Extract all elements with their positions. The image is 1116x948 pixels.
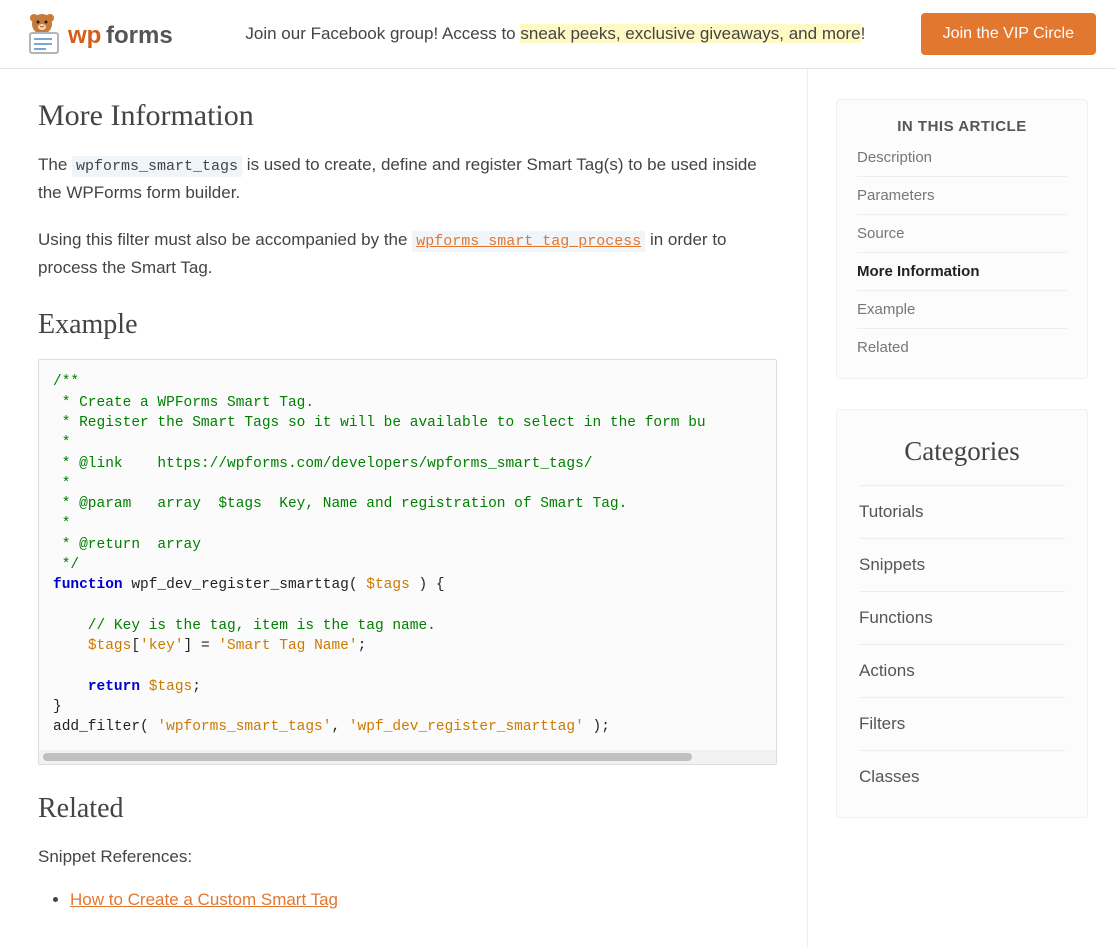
promo-banner: Join our Facebook group! Access to sneak…	[190, 24, 921, 44]
more-info-paragraph-2: Using this filter must also be accompani…	[38, 226, 777, 281]
toc-item-parameters[interactable]: Parameters	[857, 176, 1067, 214]
toc-item-example[interactable]: Example	[857, 290, 1067, 328]
heading-related: Related	[38, 793, 777, 825]
site-header: wpforms Join our Facebook group! Access …	[0, 0, 1116, 69]
link-create-custom-smart-tag[interactable]: How to Create a Custom Smart Tag	[70, 890, 338, 909]
svg-text:wp: wp	[67, 22, 101, 49]
scrollbar-thumb[interactable]	[43, 753, 692, 761]
category-item-actions[interactable]: Actions	[859, 644, 1065, 697]
page-container: More Information The wpforms_smart_tags …	[8, 69, 1108, 948]
logo[interactable]: wpforms	[20, 13, 190, 55]
categories-heading: Categories	[837, 410, 1087, 485]
category-item-filters[interactable]: Filters	[859, 697, 1065, 750]
heading-example: Example	[38, 309, 777, 341]
main-content: More Information The wpforms_smart_tags …	[28, 69, 808, 948]
toc-item-related[interactable]: Related	[857, 328, 1067, 366]
toc-item-description[interactable]: Description	[857, 149, 1067, 176]
categories-list: Tutorials Snippets Functions Actions Fil…	[837, 485, 1087, 817]
promo-text-suffix: !	[861, 24, 866, 43]
category-item-snippets[interactable]: Snippets	[859, 538, 1065, 591]
promo-text-highlight: sneak peeks, exclusive giveaways, and mo…	[520, 24, 860, 43]
list-item: How to Create a Custom Smart Tag	[70, 890, 777, 910]
toc-item-more-information[interactable]: More Information	[857, 252, 1067, 290]
toc-list: Description Parameters Source More Infor…	[837, 149, 1087, 378]
wpforms-logo-icon: wpforms	[20, 13, 190, 55]
more-info-paragraph-1: The wpforms_smart_tags is used to create…	[38, 151, 777, 206]
reference-list: How to Create a Custom Smart Tag	[38, 890, 777, 910]
heading-more-information: More Information	[38, 99, 777, 133]
promo-text-prefix: Join our Facebook group! Access to	[245, 24, 520, 43]
category-item-tutorials[interactable]: Tutorials	[859, 485, 1065, 538]
join-vip-button[interactable]: Join the VIP Circle	[921, 13, 1096, 55]
svg-text:forms: forms	[106, 22, 173, 49]
category-item-functions[interactable]: Functions	[859, 591, 1065, 644]
toc-heading: IN THIS ARTICLE	[837, 100, 1087, 149]
code-horizontal-scrollbar[interactable]	[39, 750, 776, 764]
code-example: /** * Create a WPForms Smart Tag. * Regi…	[39, 360, 776, 749]
toc-item-source[interactable]: Source	[857, 214, 1067, 252]
link-wpforms-smart-tag-process[interactable]: wpforms_smart_tag_process	[412, 231, 645, 252]
categories-card: Categories Tutorials Snippets Functions …	[836, 409, 1088, 818]
snippet-references-label: Snippet References:	[38, 843, 777, 870]
toc-card: IN THIS ARTICLE Description Parameters S…	[836, 99, 1088, 379]
code-example-block: /** * Create a WPForms Smart Tag. * Regi…	[38, 359, 777, 764]
category-item-classes[interactable]: Classes	[859, 750, 1065, 803]
sidebar: IN THIS ARTICLE Description Parameters S…	[808, 69, 1088, 948]
code-wpforms-smart-tags: wpforms_smart_tags	[72, 156, 242, 177]
